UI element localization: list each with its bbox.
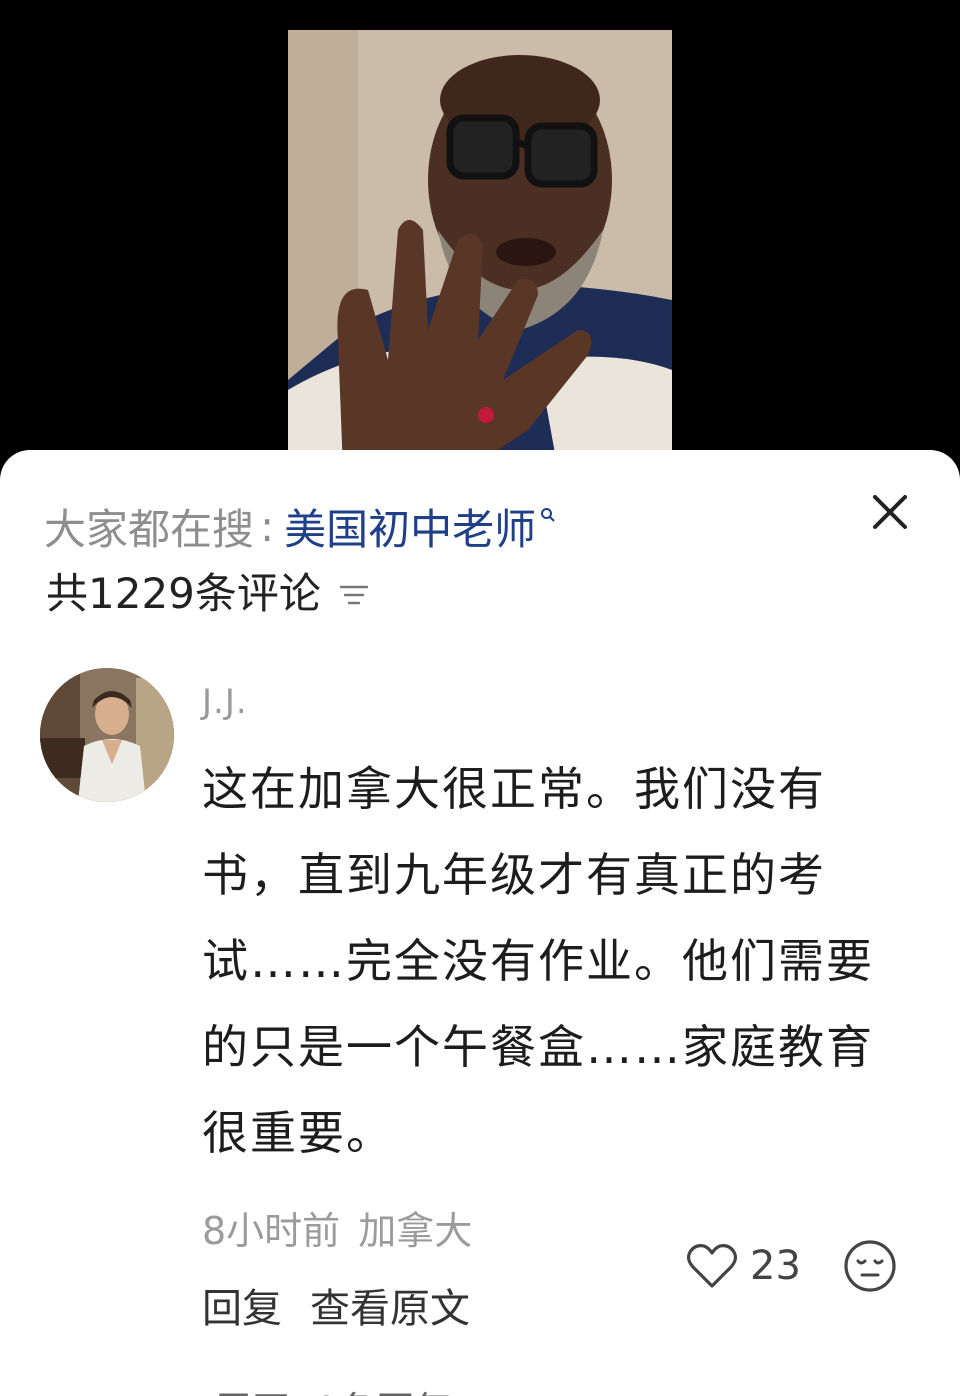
- reply-button[interactable]: 回复: [202, 1276, 282, 1334]
- search-icon: [541, 508, 555, 522]
- trending-search-colon: :: [260, 501, 275, 551]
- close-icon[interactable]: [866, 488, 914, 536]
- heart-icon: [686, 1244, 738, 1288]
- comment-username[interactable]: J.J.: [202, 682, 248, 722]
- video-thumbnail: [288, 30, 672, 470]
- emoji-icon[interactable]: [842, 1238, 898, 1294]
- comment-time: 8小时前: [202, 1209, 341, 1253]
- avatar[interactable]: [40, 668, 174, 802]
- comment-actions: 回复 查看原文: [202, 1276, 470, 1334]
- expand-replies-button[interactable]: 展开10条回复: [214, 1380, 452, 1396]
- trending-search-prefix: 大家都在搜: [44, 504, 255, 554]
- comment-location: 加拿大: [358, 1209, 473, 1253]
- like-button[interactable]: 23: [686, 1242, 801, 1290]
- comment-meta: 8小时前 加拿大: [202, 1200, 472, 1255]
- comment-sheet: 大家都在搜 : 美国初中老师 共1229条评论 J.J. 这在加拿大很正常。我们…: [0, 450, 960, 1396]
- trending-search[interactable]: 大家都在搜 : 美国初中老师: [44, 498, 556, 554]
- trending-search-term[interactable]: 美国初中老师: [284, 496, 536, 557]
- like-count: 23: [750, 1243, 801, 1289]
- comment-count-row: 共1229条评论: [46, 562, 369, 618]
- video-player[interactable]: [0, 0, 960, 470]
- avatar-image: [40, 668, 174, 802]
- video-frame[interactable]: [288, 30, 672, 470]
- comment-text: 这在加拿大很正常。我们没有书，直到九年级才有真正的考试……完全没有作业。他们需要…: [202, 762, 874, 1160]
- comment-count: 共1229条评论: [46, 568, 321, 618]
- sort-icon[interactable]: [339, 582, 369, 608]
- view-original-button[interactable]: 查看原文: [310, 1276, 470, 1334]
